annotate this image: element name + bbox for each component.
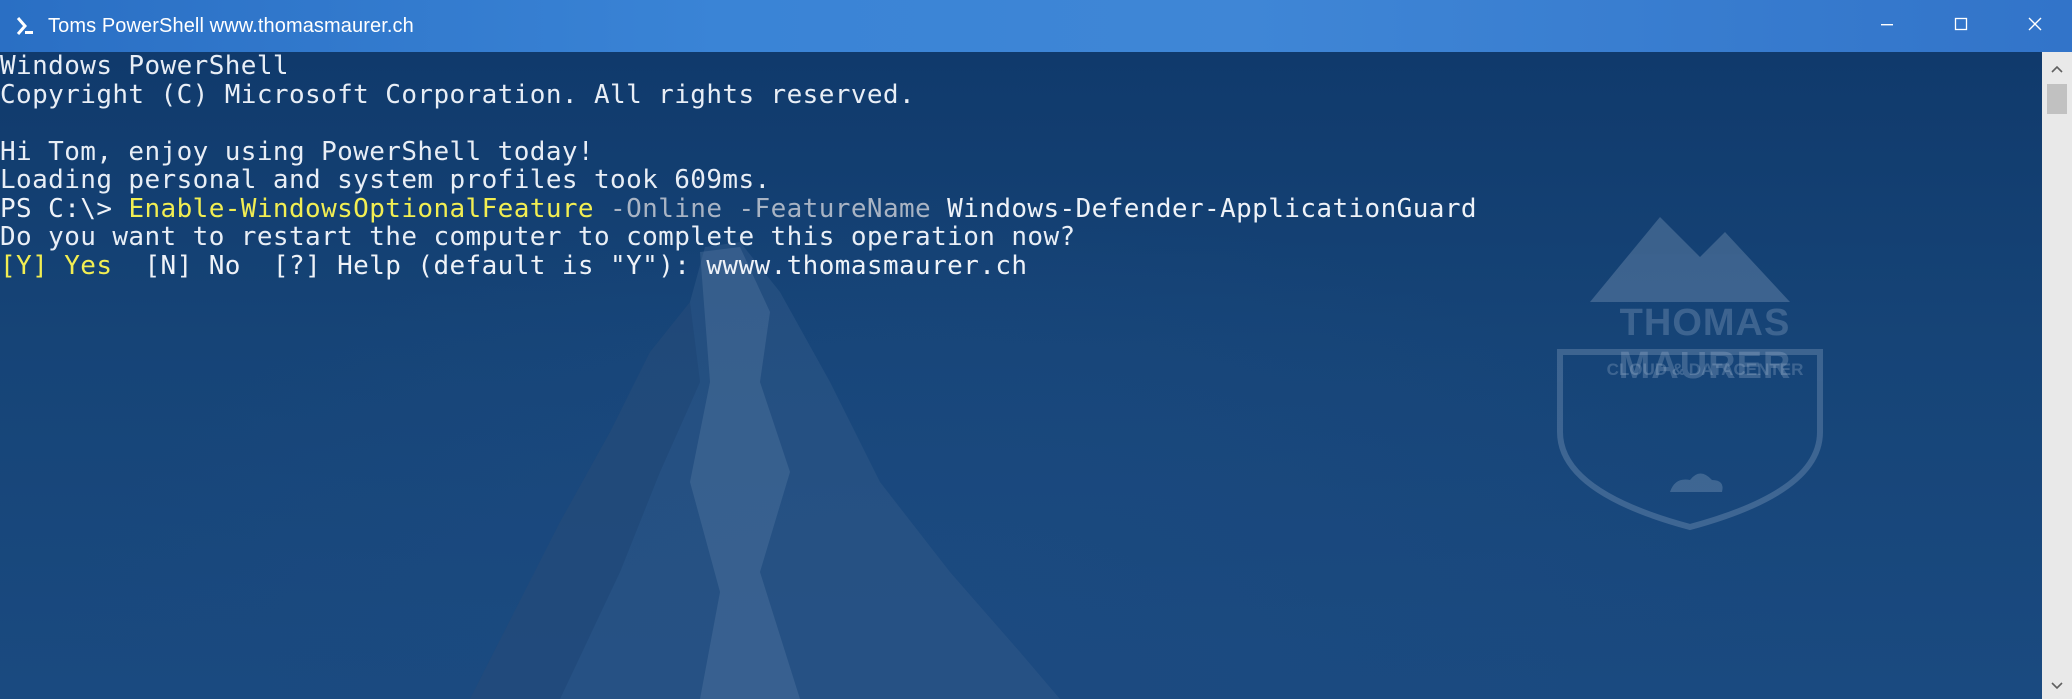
prompt: PS C:\> <box>0 193 129 224</box>
command-line: PS C:\> Enable-WindowsOptionalFeature -O… <box>0 193 1477 224</box>
maximize-icon <box>1953 16 1969 36</box>
powershell-icon <box>14 15 36 37</box>
scroll-down-button[interactable] <box>2042 669 2072 699</box>
caption-buttons <box>1850 0 2072 52</box>
minimize-button[interactable] <box>1850 0 1924 52</box>
arrow-down-icon <box>2051 675 2063 694</box>
choice-yes: [Y] Yes <box>0 250 113 281</box>
user-input[interactable]: wwww.thomasmaurer.ch <box>706 251 1027 281</box>
powershell-window: Toms PowerShell www.thomasmaurer.ch THOM… <box>0 0 2072 699</box>
vertical-scrollbar[interactable] <box>2042 52 2072 699</box>
window-title: Toms PowerShell www.thomasmaurer.ch <box>48 14 414 37</box>
console-output: Windows PowerShell Copyright (C) Microso… <box>0 52 1477 280</box>
close-button[interactable] <box>1998 0 2072 52</box>
scroll-thumb[interactable] <box>2047 84 2067 114</box>
cmdlet-parameters: -Online -FeatureName <box>593 193 932 224</box>
scroll-up-button[interactable] <box>2042 52 2072 82</box>
choice-line[interactable]: [Y] Yes [N] No [?] Help (default is "Y")… <box>0 250 1477 281</box>
title-bar[interactable]: Toms PowerShell www.thomasmaurer.ch <box>0 0 2072 52</box>
console-line: Do you want to restart the computer to c… <box>0 222 1076 252</box>
minimize-icon <box>1879 16 1895 36</box>
close-icon <box>2027 16 2043 36</box>
console-line: Windows PowerShell <box>0 52 289 81</box>
cmdlet-argument: Windows-Defender-ApplicationGuard <box>931 193 1477 224</box>
maximize-button[interactable] <box>1924 0 1998 52</box>
console-area[interactable]: THOMAS MAURER CLOUD & DATACENTER Windows… <box>0 52 2042 699</box>
choice-options: [N] No [?] Help (default is "Y"): <box>112 250 707 281</box>
console-line: Copyright (C) Microsoft Corporation. All… <box>0 79 916 110</box>
arrow-up-icon <box>2051 58 2063 77</box>
watermark-badge <box>1557 217 1823 531</box>
console-line: Hi Tom, enjoy using PowerShell today! <box>0 136 594 167</box>
console-line: Loading personal and system profiles too… <box>0 165 771 195</box>
cmdlet-name: Enable-WindowsOptionalFeature <box>128 193 594 224</box>
